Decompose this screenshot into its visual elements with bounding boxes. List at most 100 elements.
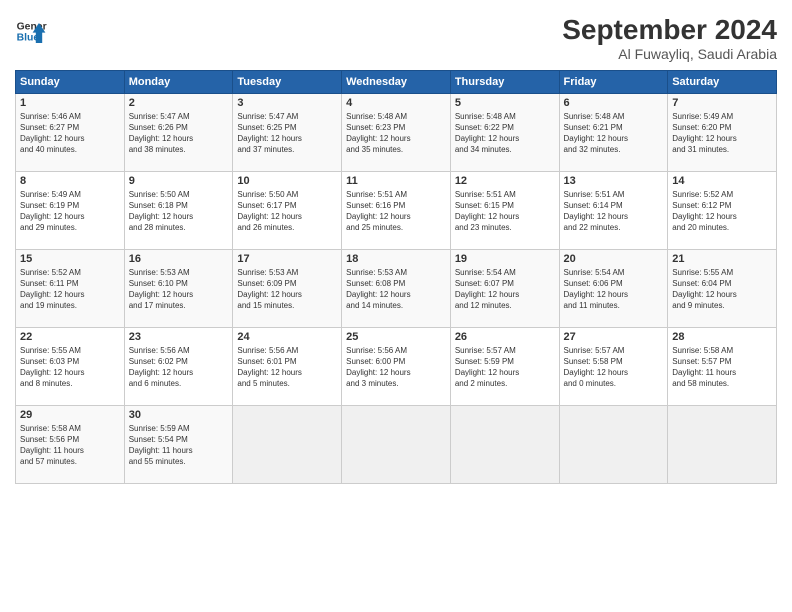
calendar-cell [342, 405, 451, 483]
cell-info: Sunrise: 5:59 AMSunset: 5:54 PMDaylight:… [129, 423, 229, 468]
calendar-cell: 21 Sunrise: 5:55 AMSunset: 6:04 PMDayligh… [668, 249, 777, 327]
day-number: 24 [237, 331, 337, 343]
day-number: 18 [346, 253, 446, 265]
day-number: 17 [237, 253, 337, 265]
weekday-header-sunday: Sunday [16, 70, 125, 93]
cell-info: Sunrise: 5:49 AMSunset: 6:19 PMDaylight:… [20, 189, 120, 234]
day-number: 3 [237, 97, 337, 109]
cell-info: Sunrise: 5:49 AMSunset: 6:20 PMDaylight:… [672, 111, 772, 156]
cell-info: Sunrise: 5:48 AMSunset: 6:22 PMDaylight:… [455, 111, 555, 156]
cell-info: Sunrise: 5:54 AMSunset: 6:06 PMDaylight:… [564, 267, 664, 312]
day-number: 29 [20, 409, 120, 421]
calendar-cell: 18 Sunrise: 5:53 AMSunset: 6:08 PMDayligh… [342, 249, 451, 327]
day-number: 16 [129, 253, 229, 265]
calendar-cell [559, 405, 668, 483]
cell-info: Sunrise: 5:53 AMSunset: 6:09 PMDaylight:… [237, 267, 337, 312]
day-number: 27 [564, 331, 664, 343]
day-number: 6 [564, 97, 664, 109]
day-number: 10 [237, 175, 337, 187]
calendar-cell: 15Sunrise: 5:52 AMSunset: 6:11 PMDayligh… [16, 249, 125, 327]
weekday-header-saturday: Saturday [668, 70, 777, 93]
calendar-cell [233, 405, 342, 483]
header: General Blue September 2024 Al Fuwayliq,… [15, 15, 777, 62]
day-number: 25 [346, 331, 446, 343]
day-number: 26 [455, 331, 555, 343]
calendar-cell: 8Sunrise: 5:49 AMSunset: 6:19 PMDaylight… [16, 171, 125, 249]
day-number: 14 [672, 175, 772, 187]
calendar-cell: 26 Sunrise: 5:57 AMSunset: 5:59 PMDayligh… [450, 327, 559, 405]
weekday-header-thursday: Thursday [450, 70, 559, 93]
cell-info: Sunrise: 5:53 AMSunset: 6:08 PMDaylight:… [346, 267, 446, 312]
calendar-cell: 25 Sunrise: 5:56 AMSunset: 6:00 PMDayligh… [342, 327, 451, 405]
calendar-cell: 24 Sunrise: 5:56 AMSunset: 6:01 PMDayligh… [233, 327, 342, 405]
calendar-cell: 2 Sunrise: 5:47 AMSunset: 6:26 PMDaylight… [124, 93, 233, 171]
cell-info: Sunrise: 5:52 AMSunset: 6:12 PMDaylight:… [672, 189, 772, 234]
day-number: 12 [455, 175, 555, 187]
day-number: 22 [20, 331, 120, 343]
day-number: 1 [20, 97, 120, 109]
cell-info: Sunrise: 5:53 AMSunset: 6:10 PMDaylight:… [129, 267, 229, 312]
calendar-cell: 13 Sunrise: 5:51 AMSunset: 6:14 PMDayligh… [559, 171, 668, 249]
calendar-cell: 4Sunrise: 5:48 AMSunset: 6:23 PMDaylight… [342, 93, 451, 171]
calendar-cell: 29 Sunrise: 5:58 AMSunset: 5:56 PMDayligh… [16, 405, 125, 483]
day-number: 23 [129, 331, 229, 343]
logo: General Blue [15, 15, 47, 47]
day-number: 19 [455, 253, 555, 265]
calendar-cell: 9 Sunrise: 5:50 AMSunset: 6:18 PMDaylight… [124, 171, 233, 249]
week-row-4: 22 Sunrise: 5:55 AMSunset: 6:03 PMDayligh… [16, 327, 777, 405]
day-number: 2 [129, 97, 229, 109]
cell-info: Sunrise: 5:58 AMSunset: 5:57 PMDaylight:… [672, 345, 772, 390]
calendar-cell: 1Sunrise: 5:46 AMSunset: 6:27 PMDaylight… [16, 93, 125, 171]
logo-icon: General Blue [15, 15, 47, 47]
cell-info: Sunrise: 5:48 AMSunset: 6:21 PMDaylight:… [564, 111, 664, 156]
cell-info: Sunrise: 5:56 AMSunset: 6:00 PMDaylight:… [346, 345, 446, 390]
day-number: 7 [672, 97, 772, 109]
calendar-cell [450, 405, 559, 483]
calendar-cell: 10Sunrise: 5:50 AMSunset: 6:17 PMDayligh… [233, 171, 342, 249]
calendar-cell [668, 405, 777, 483]
cell-info: Sunrise: 5:47 AMSunset: 6:26 PMDaylight:… [129, 111, 229, 156]
day-number: 9 [129, 175, 229, 187]
calendar-cell: 3Sunrise: 5:47 AMSunset: 6:25 PMDaylight… [233, 93, 342, 171]
title-block: September 2024 Al Fuwayliq, Saudi Arabia [562, 15, 777, 62]
calendar-cell: 30Sunrise: 5:59 AMSunset: 5:54 PMDayligh… [124, 405, 233, 483]
day-number: 20 [564, 253, 664, 265]
cell-info: Sunrise: 5:55 AMSunset: 6:04 PMDaylight:… [672, 267, 772, 312]
calendar-cell: 12Sunrise: 5:51 AMSunset: 6:15 PMDayligh… [450, 171, 559, 249]
weekday-header-tuesday: Tuesday [233, 70, 342, 93]
calendar-cell: 19 Sunrise: 5:54 AMSunset: 6:07 PMDayligh… [450, 249, 559, 327]
cell-info: Sunrise: 5:55 AMSunset: 6:03 PMDaylight:… [20, 345, 120, 390]
cell-info: Sunrise: 5:56 AMSunset: 6:01 PMDaylight:… [237, 345, 337, 390]
day-number: 13 [564, 175, 664, 187]
cell-info: Sunrise: 5:58 AMSunset: 5:56 PMDaylight:… [20, 423, 120, 468]
day-number: 5 [455, 97, 555, 109]
week-row-2: 8Sunrise: 5:49 AMSunset: 6:19 PMDaylight… [16, 171, 777, 249]
calendar-cell: 17 Sunrise: 5:53 AMSunset: 6:09 PMDayligh… [233, 249, 342, 327]
calendar-cell: 27 Sunrise: 5:57 AMSunset: 5:58 PMDayligh… [559, 327, 668, 405]
cell-info: Sunrise: 5:50 AMSunset: 6:18 PMDaylight:… [129, 189, 229, 234]
cell-info: Sunrise: 5:51 AMSunset: 6:14 PMDaylight:… [564, 189, 664, 234]
day-number: 21 [672, 253, 772, 265]
weekday-header-row: SundayMondayTuesdayWednesdayThursdayFrid… [16, 70, 777, 93]
cell-info: Sunrise: 5:54 AMSunset: 6:07 PMDaylight:… [455, 267, 555, 312]
cell-info: Sunrise: 5:57 AMSunset: 5:58 PMDaylight:… [564, 345, 664, 390]
cell-info: Sunrise: 5:51 AMSunset: 6:16 PMDaylight:… [346, 189, 446, 234]
month-title: September 2024 [562, 15, 777, 46]
week-row-1: 1Sunrise: 5:46 AMSunset: 6:27 PMDaylight… [16, 93, 777, 171]
weekday-header-monday: Monday [124, 70, 233, 93]
calendar-cell: 11 Sunrise: 5:51 AMSunset: 6:16 PMDayligh… [342, 171, 451, 249]
day-number: 4 [346, 97, 446, 109]
calendar-cell: 7 Sunrise: 5:49 AMSunset: 6:20 PMDaylight… [668, 93, 777, 171]
cell-info: Sunrise: 5:56 AMSunset: 6:02 PMDaylight:… [129, 345, 229, 390]
calendar-cell: 5 Sunrise: 5:48 AMSunset: 6:22 PMDaylight… [450, 93, 559, 171]
calendar-cell: 28Sunrise: 5:58 AMSunset: 5:57 PMDayligh… [668, 327, 777, 405]
weekday-header-wednesday: Wednesday [342, 70, 451, 93]
weekday-header-friday: Friday [559, 70, 668, 93]
week-row-5: 29 Sunrise: 5:58 AMSunset: 5:56 PMDayligh… [16, 405, 777, 483]
calendar-cell: 6 Sunrise: 5:48 AMSunset: 6:21 PMDaylight… [559, 93, 668, 171]
page: General Blue September 2024 Al Fuwayliq,… [0, 0, 792, 612]
calendar-cell: 22 Sunrise: 5:55 AMSunset: 6:03 PMDayligh… [16, 327, 125, 405]
day-number: 11 [346, 175, 446, 187]
cell-info: Sunrise: 5:57 AMSunset: 5:59 PMDaylight:… [455, 345, 555, 390]
calendar-cell: 16 Sunrise: 5:53 AMSunset: 6:10 PMDayligh… [124, 249, 233, 327]
